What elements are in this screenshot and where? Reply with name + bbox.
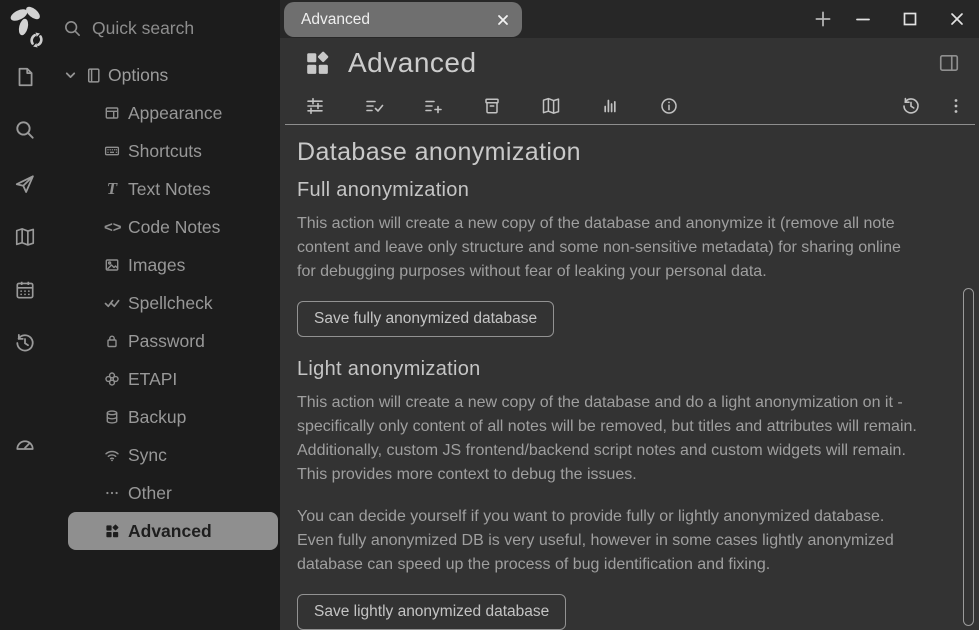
- tab-label: Advanced: [301, 11, 494, 29]
- code-icon: <>: [104, 219, 120, 236]
- subsection-heading: Full anonymization: [297, 179, 919, 202]
- launcher-bar: [0, 0, 53, 630]
- tree-item-label: Options: [108, 65, 168, 86]
- note-map-icon[interactable]: [14, 226, 36, 248]
- tree-item-spellcheck[interactable]: Spellcheck: [53, 284, 280, 322]
- search-icon: [63, 19, 82, 38]
- paragraph: This action will create a new copy of th…: [297, 391, 919, 487]
- similar-notes-icon[interactable]: [600, 96, 620, 116]
- ellipsis-icon: [104, 485, 120, 501]
- owned-attributes-icon[interactable]: [364, 96, 384, 116]
- maximize-icon[interactable]: [900, 9, 920, 29]
- subsection-heading: Light anonymization: [297, 358, 919, 381]
- minimize-icon[interactable]: [853, 9, 873, 29]
- tree-item-backup[interactable]: Backup: [53, 398, 280, 436]
- note-tree: Options Appearance Short: [53, 0, 280, 630]
- tree-item-options[interactable]: Options: [53, 56, 280, 94]
- tree-item-label: Code Notes: [128, 217, 220, 238]
- tree-item-password[interactable]: Password: [53, 322, 280, 360]
- tree-item-etapi[interactable]: ETAPI: [53, 360, 280, 398]
- tree-item-label: Shortcuts: [128, 141, 202, 162]
- keyboard-icon: [104, 143, 120, 159]
- text-icon: T: [104, 179, 120, 199]
- note-title-row: Advanced: [280, 38, 979, 88]
- tree-item-label: Password: [128, 331, 205, 352]
- note-map-icon[interactable]: [541, 96, 561, 116]
- new-tab-icon[interactable]: [812, 8, 834, 30]
- promoted-attributes-icon[interactable]: [423, 96, 443, 116]
- tree-item-appearance[interactable]: Appearance: [53, 94, 280, 132]
- main-pane: Advanced: [280, 0, 979, 630]
- tree-item-label: ETAPI: [128, 369, 177, 390]
- book-icon: [85, 67, 102, 84]
- tab-close-icon[interactable]: [494, 11, 512, 29]
- note-info-icon[interactable]: [659, 96, 679, 116]
- dashboard-icon[interactable]: [14, 434, 36, 456]
- jump-to-note-icon[interactable]: [14, 173, 36, 195]
- image-icon: [104, 257, 120, 273]
- layout-icon: [104, 105, 120, 121]
- tree-item-label: Text Notes: [128, 179, 211, 200]
- ribbon-tabs: [305, 96, 901, 116]
- tree-item-sync[interactable]: Sync: [53, 436, 280, 474]
- section-title: Database anonymization: [297, 138, 919, 167]
- tree-item-code-notes[interactable]: <> Code Notes: [53, 208, 280, 246]
- tree-item-label: Sync: [128, 445, 167, 466]
- tab-bar: Advanced: [280, 0, 979, 38]
- page-title[interactable]: Advanced: [348, 47, 938, 79]
- grid-icon: [104, 523, 120, 539]
- wifi-icon: [104, 447, 120, 463]
- lock-icon: [104, 333, 120, 349]
- note-revisions-icon[interactable]: [901, 96, 921, 116]
- tree-item-other[interactable]: Other: [53, 474, 280, 512]
- basic-properties-icon[interactable]: [305, 96, 325, 116]
- app-window: Options Appearance Short: [0, 0, 979, 630]
- tree-item-label: Other: [128, 483, 172, 504]
- note-content: Database anonymization Full anonymizatio…: [280, 125, 979, 630]
- kebab-menu-icon[interactable]: [946, 96, 966, 116]
- search-icon[interactable]: [14, 119, 36, 141]
- spellcheck-icon: [104, 295, 120, 311]
- database-icon: [104, 409, 120, 425]
- tree-item-label: Advanced: [128, 521, 212, 542]
- tab-advanced[interactable]: Advanced: [284, 2, 522, 37]
- right-panel-toggle-icon[interactable]: [938, 52, 960, 74]
- tree-item-label: Backup: [128, 407, 186, 428]
- recent-changes-icon[interactable]: [14, 332, 36, 354]
- full-anonymization-section: Full anonymization This action will crea…: [297, 179, 919, 348]
- trilium-logo-icon: [5, 3, 51, 53]
- close-window-icon[interactable]: [947, 9, 967, 29]
- tree-item-advanced[interactable]: Advanced: [68, 512, 278, 550]
- tree-item-shortcuts[interactable]: Shortcuts: [53, 132, 280, 170]
- tree-item-label: Spellcheck: [128, 293, 213, 314]
- new-note-icon[interactable]: [14, 66, 36, 88]
- note-paths-icon[interactable]: [482, 96, 502, 116]
- light-anonymization-section: Light anonymization This action will cre…: [297, 358, 919, 630]
- chevron-down-icon[interactable]: [62, 67, 79, 84]
- tree-item-images[interactable]: Images: [53, 246, 280, 284]
- quick-search[interactable]: [53, 0, 280, 56]
- flower-icon: [104, 371, 120, 387]
- ribbon-toolbar: [280, 88, 979, 124]
- paragraph: You can decide yourself if you want to p…: [297, 505, 919, 577]
- tree-item-label: Images: [128, 255, 185, 276]
- tree-item-text-notes[interactable]: T Text Notes: [53, 170, 280, 208]
- grid-icon: [303, 49, 331, 77]
- ribbon-actions: [901, 96, 966, 116]
- quick-search-input[interactable]: [92, 18, 242, 39]
- save-lightly-anonymized-button[interactable]: Save lightly anonymized database: [297, 594, 566, 630]
- tree-item-label: Appearance: [128, 103, 222, 124]
- left-pane: Options Appearance Short: [0, 0, 280, 630]
- scrollbar-thumb[interactable]: [963, 288, 974, 626]
- calendar-icon[interactable]: [14, 279, 36, 301]
- paragraph: This action will create a new copy of th…: [297, 212, 919, 284]
- save-fully-anonymized-button[interactable]: Save fully anonymized database: [297, 301, 554, 337]
- window-controls: [853, 0, 967, 38]
